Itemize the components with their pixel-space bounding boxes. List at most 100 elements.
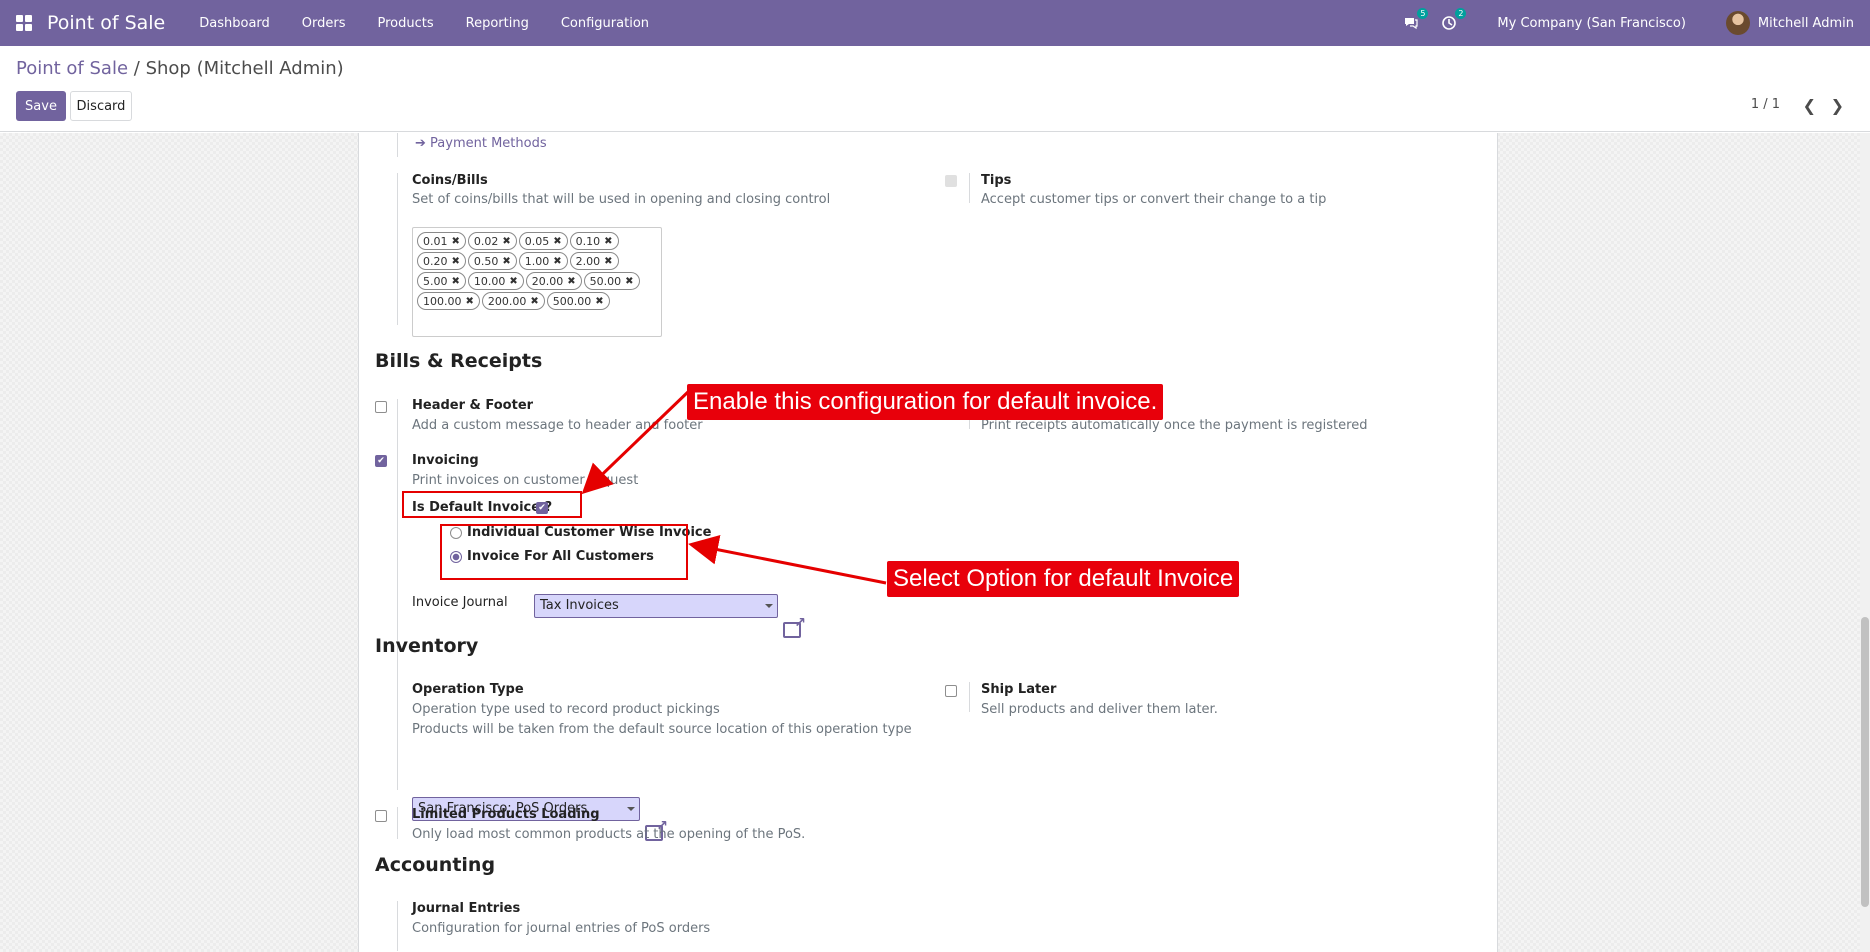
- setting-divider: [397, 682, 398, 790]
- coin-tag-value: 0.01: [423, 234, 448, 248]
- coin-tag-value: 50.00: [589, 274, 622, 288]
- setting-divider: [397, 901, 398, 951]
- remove-tag-icon[interactable]: ✖: [509, 276, 517, 287]
- operation-type-help: Operation type used to record product pi…: [412, 702, 720, 717]
- invoicing-checkbox[interactable]: ✔: [375, 455, 387, 467]
- coin-tag-value: 2.00: [575, 254, 601, 268]
- journal-entries-label: Journal Entries: [412, 901, 521, 916]
- setting-divider: [397, 133, 398, 157]
- menu-orders[interactable]: Orders: [286, 16, 362, 31]
- activity-clock-icon[interactable]: 2: [1441, 8, 1467, 31]
- coin-tag-value: 20.00: [531, 274, 564, 288]
- invoicing-label: Invoicing: [412, 453, 479, 468]
- coin-tag-value: 0.50: [473, 254, 499, 268]
- tips-help: Accept customer tips or convert their ch…: [981, 192, 1327, 207]
- pager-value[interactable]: 1 / 1: [1751, 97, 1780, 112]
- coin-tag: 20.00 ✖: [525, 272, 582, 290]
- arrow-right-icon: ➔: [415, 136, 426, 151]
- payment-methods-label: Payment Methods: [430, 136, 547, 151]
- ship-later-label: Ship Later: [981, 682, 1057, 697]
- external-link-icon[interactable]: [783, 615, 806, 638]
- app-brand[interactable]: Point of Sale: [47, 12, 165, 34]
- remove-tag-icon[interactable]: ✖: [452, 236, 460, 247]
- invoicing-help: Print invoices on customer request: [412, 473, 639, 488]
- remove-tag-icon[interactable]: ✖: [502, 256, 510, 267]
- coins-bills-label: Coins/Bills: [412, 173, 488, 188]
- section-bills-receipts: Bills & Receipts: [375, 350, 543, 372]
- dropdown-caret-icon: [765, 604, 773, 608]
- remove-tag-icon[interactable]: ✖: [530, 296, 538, 307]
- coin-tag-value: 10.00: [473, 274, 506, 288]
- annotation-highlight-invoice-options: [440, 524, 688, 580]
- coin-tag-value: 0.05: [524, 234, 550, 248]
- invoice-journal-select[interactable]: Tax Invoices: [534, 594, 778, 618]
- save-button[interactable]: Save: [16, 91, 66, 121]
- setting-divider: [969, 173, 970, 203]
- remove-tag-icon[interactable]: ✖: [452, 256, 460, 267]
- discard-button[interactable]: Discard: [70, 91, 132, 121]
- user-avatar[interactable]: [1725, 11, 1750, 35]
- coins-bills-help: Set of coins/bills that will be used in …: [412, 192, 831, 207]
- coin-tag-value: 0.10: [575, 234, 601, 248]
- remove-tag-icon[interactable]: ✖: [452, 276, 460, 287]
- coin-tag-value: 100.00: [423, 294, 462, 308]
- company-switcher[interactable]: My Company (San Francisco): [1497, 16, 1685, 31]
- breadcrumb-current: Shop (Mitchell Admin): [145, 58, 344, 79]
- remove-tag-icon[interactable]: ✖: [553, 256, 561, 267]
- apps-menu-icon[interactable]: [16, 15, 32, 31]
- ship-later-checkbox[interactable]: [945, 685, 957, 697]
- remove-tag-icon[interactable]: ✖: [567, 276, 575, 287]
- remove-tag-icon[interactable]: ✖: [604, 236, 612, 247]
- chevron-right-icon[interactable]: ❯: [1831, 96, 1844, 115]
- menu-configuration[interactable]: Configuration: [545, 16, 665, 31]
- coin-tag: 10.00 ✖: [467, 272, 524, 290]
- remove-tag-icon[interactable]: ✖: [604, 256, 612, 267]
- payment-methods-link[interactable]: ➔ Payment Methods: [415, 136, 547, 151]
- limited-products-help: Only load most common products at the op…: [412, 827, 806, 842]
- top-navbar: Point of Sale Dashboard Orders Products …: [0, 0, 1870, 46]
- remove-tag-icon[interactable]: ✖: [502, 236, 510, 247]
- coins-bills-tag-input[interactable]: 0.01 ✖ 0.02 ✖ 0.05 ✖ 0.10 ✖ 0.20 ✖ 0.50 ✖ 1.00…: [412, 227, 662, 337]
- section-inventory: Inventory: [375, 635, 479, 657]
- tips-checkbox[interactable]: [945, 175, 957, 187]
- menu-products[interactable]: Products: [362, 16, 450, 31]
- coin-tag-value: 5.00: [423, 274, 448, 288]
- limited-products-label: Limited Products Loading: [412, 807, 600, 822]
- chevron-left-icon[interactable]: ❮: [1803, 96, 1816, 115]
- ship-later-help: Sell products and deliver them later.: [981, 702, 1218, 717]
- annotation-callout-enable: Enable this configuration for default in…: [687, 384, 1164, 420]
- auto-print-help: Print receipts automatically once the pa…: [981, 418, 1368, 433]
- menu-reporting[interactable]: Reporting: [450, 16, 545, 31]
- remove-tag-icon[interactable]: ✖: [466, 296, 474, 307]
- operation-type-label: Operation Type: [412, 682, 524, 697]
- breadcrumb-parent[interactable]: Point of Sale: [16, 58, 128, 79]
- remove-tag-icon[interactable]: ✖: [553, 236, 561, 247]
- annotation-callout-select: Select Option for default Invoice: [887, 561, 1240, 597]
- coin-tag-value: 500.00: [552, 294, 592, 308]
- page-scrollbar[interactable]: [1860, 133, 1870, 952]
- invoice-journal-label: Invoice Journal: [412, 595, 508, 610]
- remove-tag-icon[interactable]: ✖: [595, 296, 603, 307]
- coin-tag: 500.00 ✖: [546, 292, 610, 310]
- form-view: ➔ Payment Methods Coins/Bills Set of coi…: [0, 133, 1870, 952]
- setting-divider: [397, 807, 398, 839]
- coin-tag: 2.00 ✖: [569, 252, 619, 270]
- invoice-journal-value: Tax Invoices: [540, 598, 619, 613]
- messages-icon[interactable]: 5: [1403, 8, 1429, 31]
- coin-tag: 50.00 ✖: [583, 272, 640, 290]
- dropdown-caret-icon: [627, 807, 635, 811]
- section-accounting: Accounting: [375, 854, 496, 876]
- header-footer-help: Add a custom message to header and foote…: [412, 418, 703, 433]
- menu-dashboard[interactable]: Dashboard: [183, 16, 286, 31]
- scrollbar-thumb[interactable]: [1861, 617, 1869, 907]
- coin-tag: 0.05 ✖: [518, 232, 568, 250]
- remove-tag-icon[interactable]: ✖: [625, 276, 633, 287]
- activity-badge: 2: [1455, 8, 1467, 19]
- limited-products-checkbox[interactable]: [375, 810, 387, 822]
- user-menu[interactable]: Mitchell Admin: [1758, 16, 1854, 31]
- coin-tag-value: 0.20: [423, 254, 448, 268]
- header-footer-checkbox[interactable]: [375, 401, 387, 413]
- coin-tag: 5.00 ✖: [417, 272, 466, 290]
- control-panel: Point of Sale / Shop (Mitchell Admin) Sa…: [0, 46, 1870, 132]
- operation-type-help-2: Products will be taken from the default …: [412, 722, 912, 737]
